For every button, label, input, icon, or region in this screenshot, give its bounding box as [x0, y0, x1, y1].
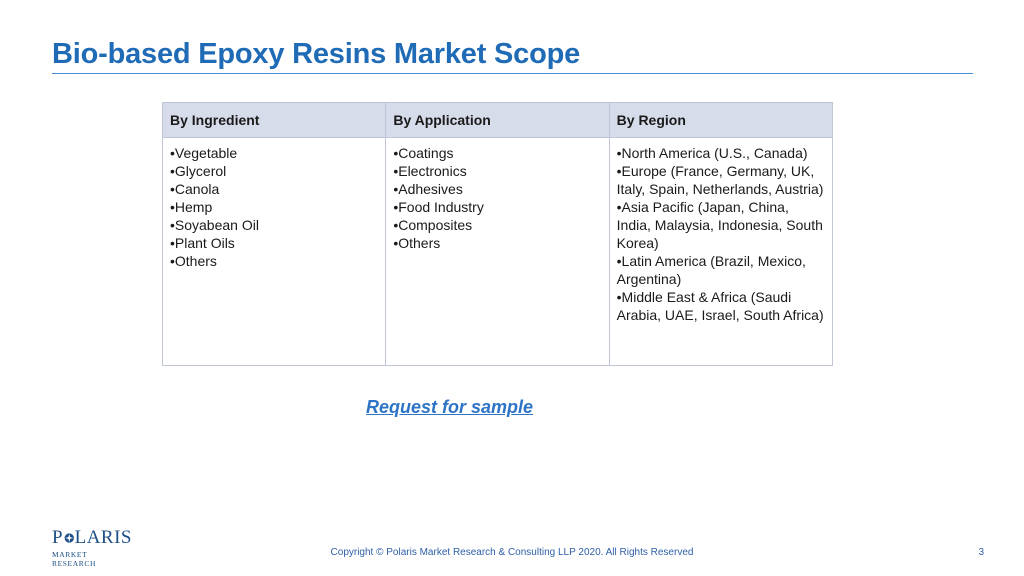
- list-item: •Middle East & Africa (Saudi Arabia, UAE…: [616, 289, 824, 323]
- list-item: •Composites: [393, 217, 473, 233]
- request-sample-link[interactable]: Request for sample: [366, 397, 533, 418]
- logo-letter-p: P: [52, 527, 64, 548]
- list-item: •Latin America (Brazil, Mexico, Argentin…: [616, 253, 806, 287]
- footer-copyright: Copyright © Polaris Market Research & Co…: [330, 547, 694, 558]
- list-item: •Electronics: [393, 163, 467, 179]
- market-scope-table: By Ingredient By Application By Region •…: [161, 102, 834, 366]
- application-cell: •Coatings •Electronics •Adhesives •Food …: [385, 137, 610, 366]
- ingredient-cell: •Vegetable •Glycerol •Canola •Hemp •Soya…: [161, 137, 387, 366]
- polaris-logo: P LARIS MARKET RESEARCH: [52, 528, 132, 569]
- header-by-region: By Region: [608, 102, 834, 138]
- list-item: •Asia Pacific (Japan, China, India, Mala…: [616, 199, 823, 251]
- logo-wordmark: P LARIS: [52, 528, 132, 548]
- list-item: •Adhesives: [393, 181, 463, 197]
- header-by-application: By Application: [385, 102, 610, 138]
- list-item: •Hemp: [170, 199, 213, 215]
- list-item: •Vegetable: [170, 145, 238, 161]
- compass-star-icon: [64, 533, 74, 543]
- list-item: •Coatings: [393, 145, 454, 161]
- list-item: •Canola: [170, 181, 220, 197]
- logo-letters-rest: LARIS: [74, 527, 132, 548]
- list-item: •Europe (France, Germany, UK, Italy, Spa…: [616, 163, 824, 197]
- list-item: •Soyabean Oil: [170, 217, 259, 233]
- list-item: •North America (U.S., Canada): [616, 145, 808, 161]
- page-number: 3: [978, 547, 984, 558]
- list-item: •Plant Oils: [170, 235, 235, 251]
- list-item: •Others: [393, 235, 441, 251]
- table-row: •Vegetable •Glycerol •Canola •Hemp •Soya…: [161, 137, 834, 366]
- table-header-row: By Ingredient By Application By Region: [161, 102, 834, 138]
- region-cell: •North America (U.S., Canada) •Europe (F…: [608, 137, 834, 366]
- list-item: •Others: [170, 253, 217, 269]
- list-item: •Glycerol: [170, 163, 227, 179]
- title-underline: [52, 73, 973, 74]
- header-by-ingredient: By Ingredient: [161, 102, 387, 138]
- page-title: Bio-based Epoxy Resins Market Scope: [52, 38, 581, 70]
- list-item: •Food Industry: [393, 199, 484, 215]
